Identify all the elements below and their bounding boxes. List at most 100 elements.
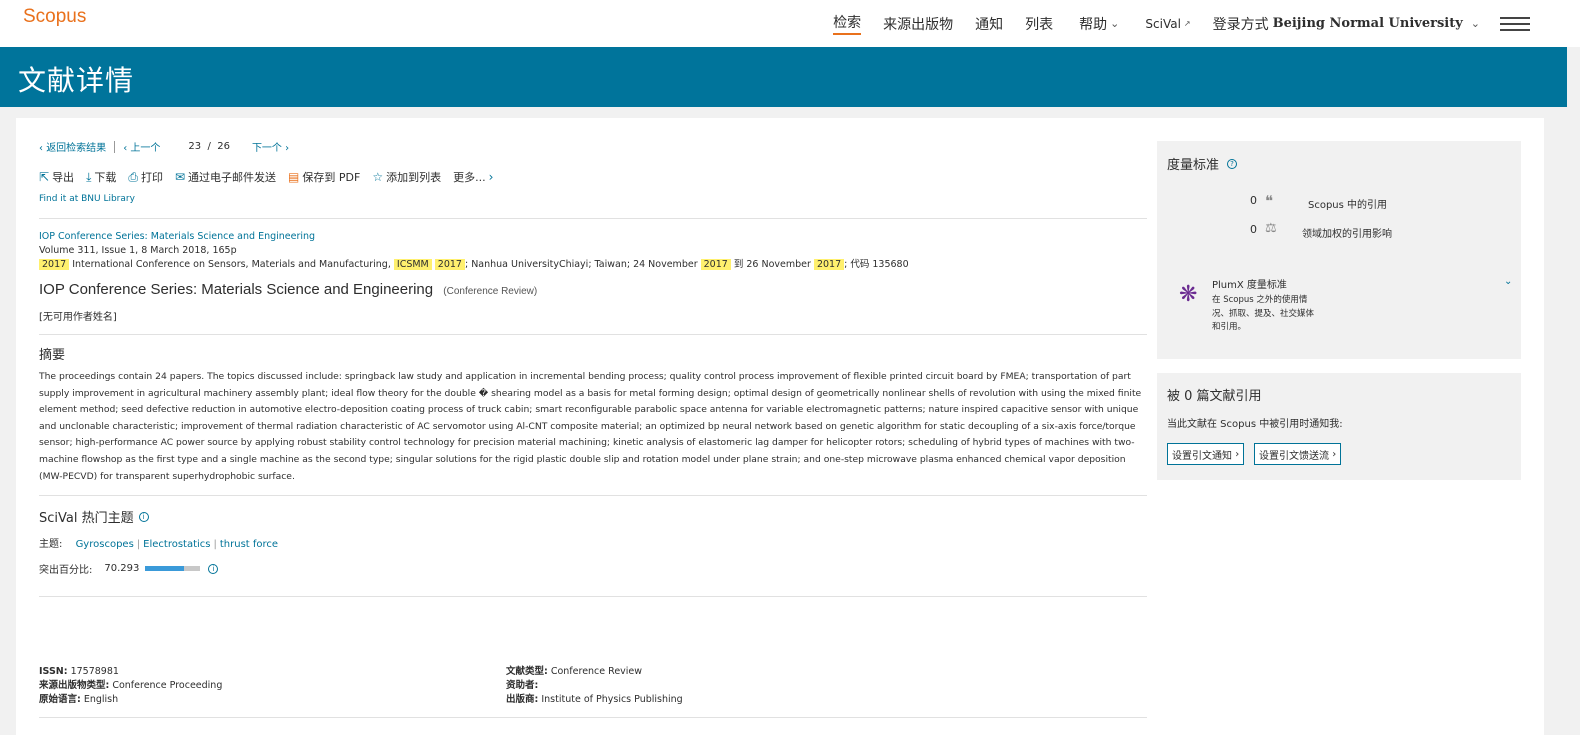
chevron-down-icon[interactable]: ⌄ [1504, 276, 1512, 287]
login-prefix: 登录方式 [1212, 16, 1269, 33]
citation-notify-text: 当此文献在 Scopus 中被引用时通知我: [1167, 419, 1343, 430]
highlight-term: ICSMM [393, 259, 432, 270]
nav-scival-label: SciVal [1145, 16, 1181, 31]
author-line: [无可用作者姓名] [39, 312, 117, 323]
counter-slash: / [207, 141, 211, 152]
export-label: 导出 [52, 171, 75, 184]
set-citation-alert-button[interactable]: 设置引文通知 › [1167, 443, 1245, 465]
chevron-down-icon: ⌄ [1470, 17, 1480, 30]
print-button[interactable]: ⎙ 打印 [128, 169, 163, 185]
previous-label: 上一个 [130, 143, 161, 154]
nav-lists[interactable]: 列表 [1025, 14, 1053, 34]
current-index: 23 [188, 141, 202, 152]
topic-link-electrostatics[interactable]: Electrostatics [143, 539, 210, 550]
metrics-heading-label: 度量标准 [1167, 158, 1220, 173]
set-citation-feed-button[interactable]: 设置引文馈送流 › [1254, 443, 1342, 465]
conference-info: 2017 International Conference on Sensors… [39, 258, 1147, 272]
divider [39, 218, 1147, 219]
citation-count: 0 [1250, 194, 1257, 207]
external-link-icon: ↗ [1183, 19, 1191, 28]
nav-search[interactable]: 检索 [833, 12, 862, 35]
percentile-bar-fill [145, 566, 185, 571]
next-link[interactable]: 下一个 › [252, 139, 289, 154]
source-info: IOP Conference Series: Materials Science… [39, 230, 1147, 272]
chevron-down-icon: ⌄ [1110, 17, 1120, 30]
doc-type-label: 文献类型: [506, 666, 548, 677]
export-button[interactable]: ⇱ 导出 [39, 169, 74, 185]
document-title-row: IOP Conference Series: Materials Science… [39, 281, 537, 298]
highlight-term: 2017 [434, 259, 465, 270]
export-icon: ⇱ [39, 170, 50, 184]
scopus-logo[interactable]: Scopus [23, 6, 86, 28]
download-button[interactable]: ⤓ 下载 [86, 169, 116, 185]
add-to-list-button[interactable]: ☆ 添加到列表 [372, 169, 441, 185]
nav-help[interactable]: 帮助 ⌄ [1079, 14, 1119, 34]
cited-by-card: 被 0 篇文献引用 当此文献在 Scopus 中被引用时通知我: 设置引文通知 … [1157, 373, 1521, 480]
document-toolbar: ⇱ 导出 ⤓ 下载 ⎙ 打印 ✉ 通过电子邮件发送 ▤ 保存到 PDF ☆ 添加到列表 更多… [39, 169, 508, 185]
save-pdf-button[interactable]: ▤ 保存到 PDF [288, 169, 360, 185]
topic-separator: | [213, 539, 217, 550]
more-label: 更多... [453, 171, 486, 184]
plumx-description: 在 Scopus 之外的使用情况、抓取、提及、社交媒体和引用。 [1212, 295, 1315, 332]
email-icon: ✉ [174, 170, 186, 184]
sponsor-label: 资助者: [506, 680, 539, 691]
back-to-results-link[interactable]: ‹ 返回检索结果 [39, 139, 106, 154]
metadata-right-column: 文献类型: Conference Review 资助者: 出版商: Instit… [506, 665, 683, 707]
email-button[interactable]: ✉ 通过电子邮件发送 [175, 169, 276, 185]
institution-name: Beijing Normal University [1272, 16, 1463, 31]
percentile-bar [145, 566, 201, 571]
star-icon: ☆ [372, 170, 384, 184]
previous-link[interactable]: ‹ 上一个 [123, 139, 160, 154]
doc-type-value: Conference Review [550, 666, 643, 677]
divider [39, 717, 1147, 718]
scale-icon: ⚖ [1265, 221, 1277, 236]
metrics-card: 度量标准 ? 0 ❝ Scopus 中的引用 0 ⚖ 领域加权的引用影响 ❋ P… [1157, 141, 1521, 359]
info-icon[interactable]: i [208, 563, 219, 574]
pdf-label: 保存到 PDF [302, 171, 361, 184]
next-label: 下一个 [251, 143, 282, 154]
top-nav: 检索 来源出版物 通知 列表 帮助 ⌄ SciVal ↗ 登录方式 Beijin… [833, 0, 1580, 47]
nav-alerts[interactable]: 通知 [975, 14, 1003, 34]
issn-label: ISSN: [39, 666, 68, 677]
abstract-text: The proceedings contain 24 papers. The t… [39, 371, 1142, 482]
info-icon[interactable]: i [138, 511, 149, 522]
source-type-label: 来源出版物类型: [39, 680, 110, 691]
language-label: 原始语言: [39, 694, 81, 705]
highlight-term: 2017 [700, 259, 731, 270]
download-label: 下载 [94, 171, 117, 184]
volume-info: Volume 311, Issue 1, 8 March 2018, 165p [39, 245, 237, 256]
help-icon[interactable]: ? [1227, 158, 1238, 169]
topic-link-thrust-force[interactable]: thrust force [220, 539, 278, 550]
top-bar: Scopus 检索 来源出版物 通知 列表 帮助 ⌄ SciVal ↗ 登录方式… [0, 0, 1580, 47]
metadata-left-column: ISSN: 17578981 来源出版物类型: Conference Proce… [39, 665, 222, 707]
publisher-label: 出版商: [506, 694, 539, 705]
language-value: English [83, 694, 119, 705]
scival-topics: 主题: Gyroscopes | Electrostatics | thrust for… [39, 535, 278, 550]
citation-alert-label: 设置引文通知 [1172, 450, 1232, 462]
source-series-link[interactable]: IOP Conference Series: Materials Science… [39, 231, 315, 242]
divider [114, 140, 116, 153]
nav-sources[interactable]: 来源出版物 [883, 14, 953, 34]
menu-icon[interactable] [1500, 16, 1530, 31]
login-menu[interactable]: 登录方式 Beijing Normal University ⌄ [1213, 14, 1480, 34]
quote-icon: ❝ [1265, 192, 1274, 210]
conference-code: ; 代码 135680 [844, 259, 909, 270]
more-button[interactable]: 更多... › [453, 169, 496, 185]
plumx-icon: ❋ [1179, 282, 1198, 307]
abstract-heading: 摘要 [39, 348, 66, 363]
citation-label: Scopus 中的引用 [1308, 200, 1388, 211]
topic-separator: | [136, 539, 141, 550]
divider [39, 334, 1147, 335]
fwci-count: 0 [1250, 223, 1257, 236]
scival-heading: SciVal 热门主题 i [39, 507, 149, 526]
back-label: 返回检索结果 [46, 143, 107, 154]
nav-scival[interactable]: SciVal ↗ [1145, 17, 1190, 31]
topic-link-gyroscopes[interactable]: Gyroscopes [76, 539, 134, 550]
publisher-value: Institute of Physics Publishing [541, 694, 683, 705]
citation-feed-label: 设置引文馈送流 [1259, 450, 1329, 462]
find-it-library-link[interactable]: Find it at BNU Library [39, 194, 135, 204]
print-icon: ⎙ [128, 169, 138, 184]
result-navigation: ‹ 返回检索结果 ‹ 上一个 23 / 26 下一个 › [39, 139, 289, 154]
page-title: 文献详情 [18, 64, 135, 97]
page-scrollbar[interactable] [1567, 47, 1580, 735]
